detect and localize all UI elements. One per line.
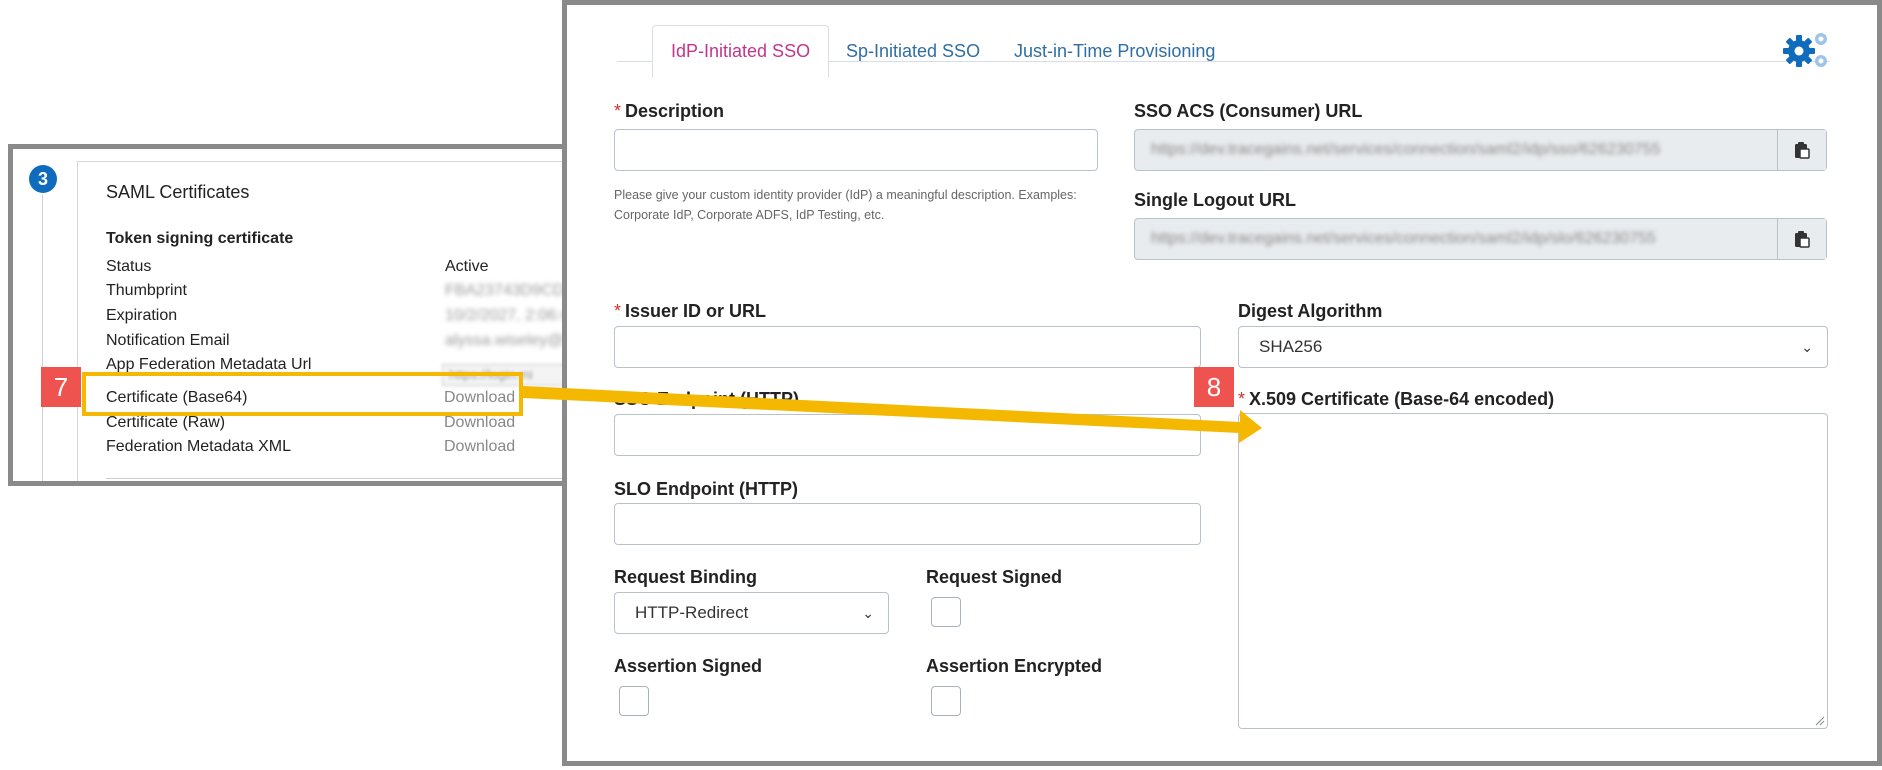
certificate-raw-label: Certificate (Raw) [106,414,226,431]
request-binding-label: Request Binding [614,567,757,587]
card-divider [106,478,573,479]
callout-badge-7: 7 [41,367,81,407]
digest-algorithm-label: Digest Algorithm [1238,301,1383,321]
azure-saml-panel: 3 SAML Certificates Token signing certif… [8,144,578,486]
chevron-down-icon: ⌄ [1801,339,1813,355]
tab-just-in-time-provisioning[interactable]: Just-in-Time Provisioning [996,25,1233,77]
gear-icon[interactable] [1781,27,1833,71]
sso-acs-url-label: SSO ACS (Consumer) URL [1134,101,1363,121]
step-connector-line [42,195,43,481]
clipboard-icon [1795,142,1810,159]
federation-metadata-xml-label: Federation Metadata XML [106,438,291,455]
issuer-id-input[interactable] [614,326,1201,368]
federation-metadata-xml-download-link[interactable]: Download [444,438,515,456]
status-value: Active [445,258,489,275]
request-binding-select[interactable]: HTTP-Redirect ⌄ [614,592,889,634]
resize-grip-icon[interactable] [1815,716,1825,726]
notification-email-value: alyssa.wiseley@ [445,332,564,349]
certificate-raw-download-link[interactable]: Download [444,414,515,432]
sso-endpoint-input[interactable] [614,414,1201,456]
step-number-badge: 3 [29,165,57,193]
x509-certificate-label: * X.509 Certificate (Base-64 encoded) [1238,389,1555,409]
sso-endpoint-label: SSO Endpoint (HTTP) [614,389,799,409]
request-signed-label: Request Signed [926,567,1063,587]
issuer-id-label: * Issuer ID or URL [614,301,767,321]
expiration-label: Expiration [106,307,178,324]
expiration-value: 10/2/2027, 2:06:4 [445,307,570,324]
digest-algorithm-value: SHA256 [1259,337,1323,356]
assertion-signed-label: Assertion Signed [614,656,763,676]
saml-certificates-title: SAML Certificates [106,182,250,202]
notification-email-label: Notification Email [106,332,230,349]
thumbprint-label: Thumbprint [106,282,187,299]
description-help-text: Please give your custom identity provide… [614,188,1077,222]
sso-acs-url-value: https://dev.tracegains.net/services/conn… [1151,141,1661,158]
description-label: * Description [614,101,725,121]
tab-sp-initiated-sso[interactable]: Sp-Initiated SSO [828,25,998,77]
x509-certificate-textarea[interactable] [1238,413,1828,729]
assertion-signed-checkbox[interactable] [619,686,649,716]
clipboard-icon [1795,231,1810,248]
single-logout-url-value: https://dev.tracegains.net/services/conn… [1151,230,1656,247]
slo-endpoint-input[interactable] [614,503,1201,545]
request-signed-checkbox[interactable] [931,597,961,627]
tab-idp-initiated-sso[interactable]: IdP-Initiated SSO [652,25,830,78]
callout-badge-8: 8 [1194,367,1234,407]
description-input[interactable] [614,129,1098,171]
single-logout-url-field: https://dev.tracegains.net/services/conn… [1134,218,1827,260]
chevron-down-icon: ⌄ [862,605,874,621]
thumbprint-value: FBA23743D9CD4 [445,282,574,299]
slo-endpoint-label: SLO Endpoint (HTTP) [614,479,798,499]
token-signing-certificate-heading: Token signing certificate [106,230,294,247]
single-logout-url-label: Single Logout URL [1134,190,1296,210]
copy-slo-url-button[interactable] [1777,219,1826,259]
saml-certificates-card: SAML Certificates Token signing certific… [77,161,574,481]
assertion-encrypted-label: Assertion Encrypted [926,656,1103,676]
request-binding-value: HTTP-Redirect [635,603,749,622]
certificate-base64-highlight [82,372,523,416]
assertion-encrypted-checkbox[interactable] [931,686,961,716]
digest-algorithm-select[interactable]: SHA256 ⌄ [1238,326,1828,368]
sso-acs-url-field: https://dev.tracegains.net/services/conn… [1134,129,1827,171]
status-label: Status [106,258,152,275]
copy-acs-url-button[interactable] [1777,130,1826,170]
